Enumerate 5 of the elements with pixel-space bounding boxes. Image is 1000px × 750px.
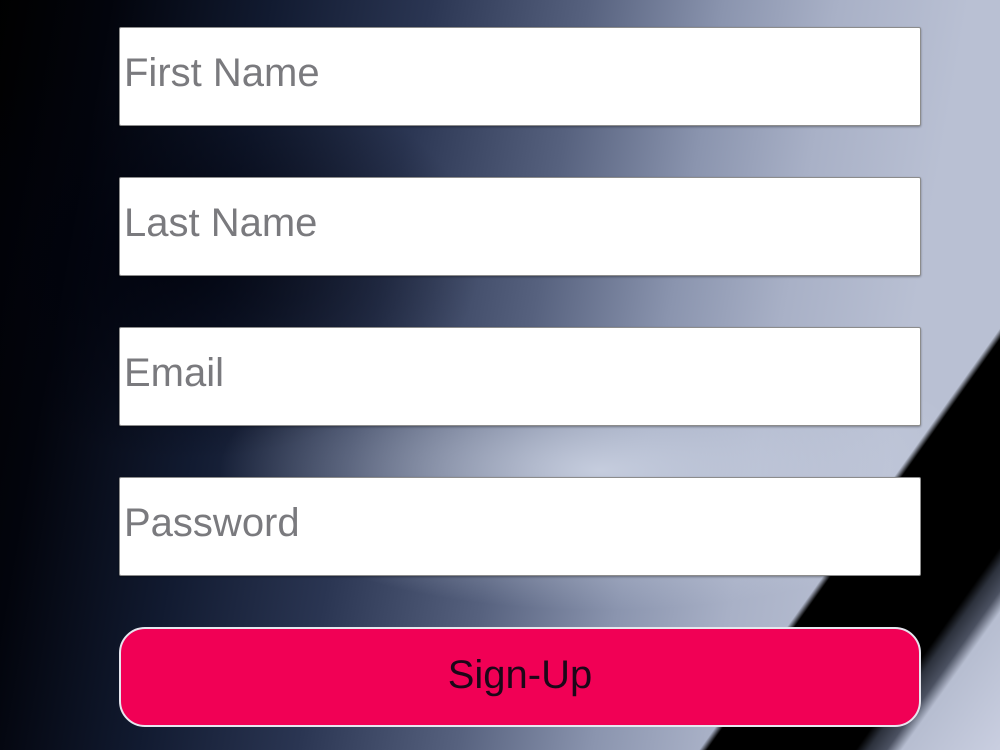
input-field[interactable]: First Name [119,27,921,126]
input-field[interactable]: Email [119,327,921,426]
sign-up-button[interactable]: Sign-Up [119,627,921,727]
input-field[interactable]: Last Name [119,177,921,276]
input-field[interactable]: Password [119,477,921,576]
